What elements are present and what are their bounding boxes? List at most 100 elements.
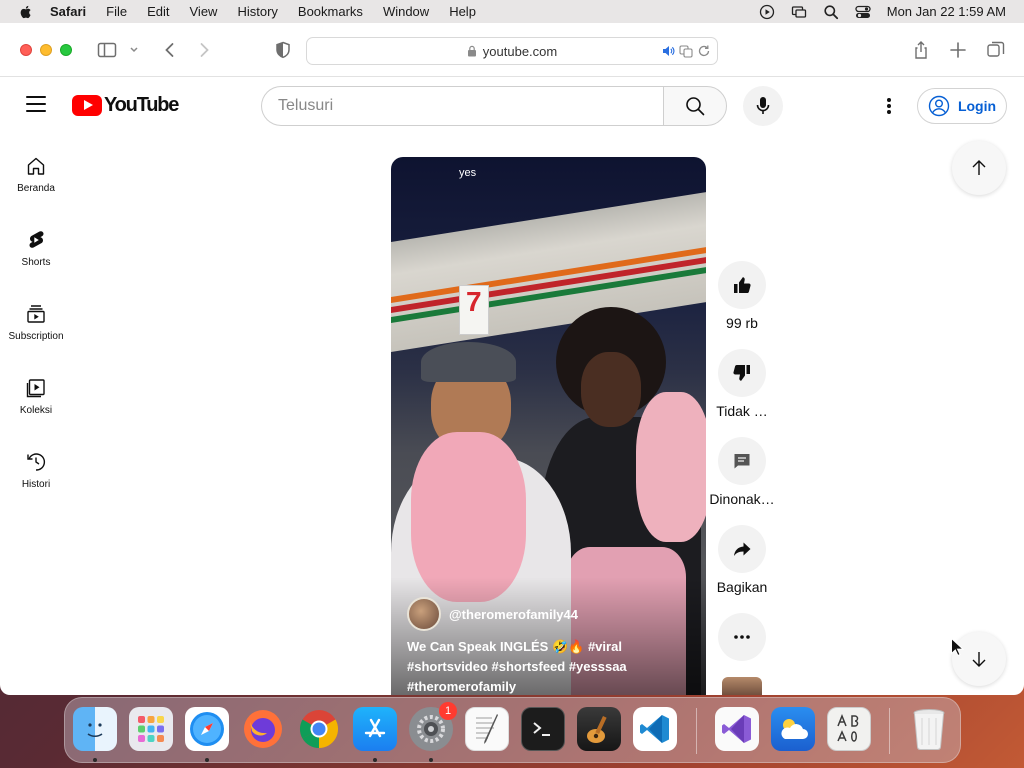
reload-icon[interactable] xyxy=(697,44,711,58)
spotlight-search-icon[interactable] xyxy=(823,4,839,20)
arrow-down-icon xyxy=(972,652,986,667)
menu-history[interactable]: History xyxy=(227,4,287,19)
close-window-button[interactable] xyxy=(20,43,32,56)
dislike-label: Tidak … xyxy=(716,403,768,419)
hamburger-menu-icon[interactable] xyxy=(26,96,46,112)
nav-label-history: Histori xyxy=(21,479,51,490)
shorts-icon xyxy=(29,231,44,248)
nav-item-history[interactable]: Histori xyxy=(0,451,72,490)
launchpad-icon[interactable] xyxy=(129,707,173,751)
youtube-logo[interactable]: YouTube xyxy=(72,94,179,117)
apple-menu-icon[interactable] xyxy=(18,4,34,20)
share-button[interactable] xyxy=(718,525,766,573)
trash-icon[interactable] xyxy=(907,707,951,751)
tab-overview-icon[interactable] xyxy=(986,40,1006,60)
safari-window: youtube.com YouTube Telusuri Login Beran… xyxy=(0,23,1024,695)
thumbs-up-icon xyxy=(734,277,751,293)
menu-bookmarks[interactable]: Bookmarks xyxy=(288,4,373,19)
nav-item-subscriptions[interactable]: Subscription xyxy=(0,303,72,342)
menu-view[interactable]: View xyxy=(180,4,228,19)
comments-label: Dinonak… xyxy=(709,491,775,507)
audio-track-thumbnail[interactable] xyxy=(722,677,762,695)
video-overlay-text: yes xyxy=(459,167,477,179)
comments-button[interactable] xyxy=(718,437,766,485)
share-icon[interactable] xyxy=(911,40,931,60)
comments-action[interactable]: Dinonak… xyxy=(702,437,782,507)
privacy-shield-icon[interactable] xyxy=(273,40,293,60)
dislike-button[interactable] xyxy=(718,349,766,397)
like-button[interactable] xyxy=(718,261,766,309)
safari-icon[interactable] xyxy=(185,707,229,751)
channel-info[interactable]: @theromerofamily44 xyxy=(407,597,578,631)
visual-studio-icon[interactable] xyxy=(715,707,759,751)
previous-short-button[interactable] xyxy=(952,141,1006,195)
terminal-icon[interactable] xyxy=(521,707,565,751)
address-bar[interactable]: youtube.com xyxy=(306,37,718,65)
back-arrow-icon[interactable] xyxy=(160,40,180,60)
nav-label-shorts: Shorts xyxy=(21,257,51,268)
menu-file[interactable]: File xyxy=(96,4,137,19)
finder-icon[interactable] xyxy=(73,707,117,751)
share-action[interactable]: Bagikan xyxy=(702,525,782,595)
garageband-icon[interactable] xyxy=(577,707,621,751)
vscode-icon[interactable] xyxy=(633,707,677,751)
settings-more-icon[interactable] xyxy=(886,94,892,118)
translate-icon[interactable] xyxy=(679,44,693,58)
forward-arrow-icon[interactable] xyxy=(194,40,214,60)
menu-help[interactable]: Help xyxy=(439,4,486,19)
library-icon xyxy=(26,379,45,398)
media-play-icon[interactable] xyxy=(759,4,775,20)
menubar-clock[interactable]: Mon Jan 22 1:59 AM xyxy=(887,4,1006,19)
new-tab-icon[interactable] xyxy=(948,40,968,60)
font-book-icon[interactable] xyxy=(827,707,871,751)
dock: 1 xyxy=(64,697,961,763)
chevron-down-icon[interactable] xyxy=(128,40,140,60)
app-store-icon[interactable] xyxy=(353,707,397,751)
history-icon xyxy=(27,453,46,471)
minimize-window-button[interactable] xyxy=(40,43,52,56)
audio-playing-icon[interactable] xyxy=(661,44,675,58)
zoom-window-button[interactable] xyxy=(60,43,72,56)
channel-avatar[interactable] xyxy=(407,597,441,631)
menu-bar: Safari File Edit View History Bookmarks … xyxy=(0,0,1024,23)
weather-icon[interactable] xyxy=(771,707,815,751)
login-label: Login xyxy=(957,98,997,114)
voice-search-button[interactable] xyxy=(743,86,783,126)
search-input[interactable]: Telusuri xyxy=(261,86,664,126)
menu-window[interactable]: Window xyxy=(373,4,439,19)
control-center-icon[interactable] xyxy=(855,4,871,20)
more-horizontal-icon xyxy=(734,635,750,639)
textedit-icon[interactable] xyxy=(465,707,509,751)
sidebar-toggle-icon[interactable] xyxy=(97,40,117,60)
dislike-action[interactable]: Tidak … xyxy=(702,349,782,419)
more-actions[interactable] xyxy=(702,613,782,667)
firefox-icon[interactable] xyxy=(241,707,285,751)
system-settings-icon[interactable]: 1 xyxy=(409,702,457,751)
arrow-up-icon xyxy=(972,160,986,175)
search-icon xyxy=(686,97,705,116)
more-options-button[interactable] xyxy=(718,613,766,661)
youtube-logo-text: YouTube xyxy=(104,94,179,116)
nav-item-library[interactable]: Koleksi xyxy=(0,377,72,416)
youtube-play-icon xyxy=(72,95,102,116)
menu-app-name[interactable]: Safari xyxy=(46,4,96,19)
video-caption[interactable]: We Can Speak INGLÉS 🤣🔥 #viral #shortsvid… xyxy=(407,637,697,695)
login-button[interactable]: Login xyxy=(917,88,1007,124)
short-video-player[interactable]: yes @theromerofamily44 We Can Speak INGL… xyxy=(391,157,706,695)
nav-label-subscriptions: Subscription xyxy=(8,331,64,342)
screen-mirroring-icon[interactable] xyxy=(791,4,807,20)
home-icon xyxy=(27,157,45,175)
like-action[interactable]: 99 rb xyxy=(702,261,782,331)
menu-edit[interactable]: Edit xyxy=(137,4,179,19)
share-label: Bagikan xyxy=(716,579,768,595)
search-button[interactable] xyxy=(663,86,727,126)
microphone-icon xyxy=(756,97,770,114)
youtube-header: YouTube Telusuri Login xyxy=(0,78,1024,134)
thumbs-down-icon xyxy=(733,365,750,381)
chrome-icon[interactable] xyxy=(297,707,341,751)
channel-handle[interactable]: @theromerofamily44 xyxy=(449,607,578,622)
nav-item-shorts[interactable]: Shorts xyxy=(0,229,72,268)
share-arrow-icon xyxy=(734,542,751,556)
nav-item-home[interactable]: Beranda xyxy=(0,155,72,194)
video-frame-sign xyxy=(459,285,489,335)
